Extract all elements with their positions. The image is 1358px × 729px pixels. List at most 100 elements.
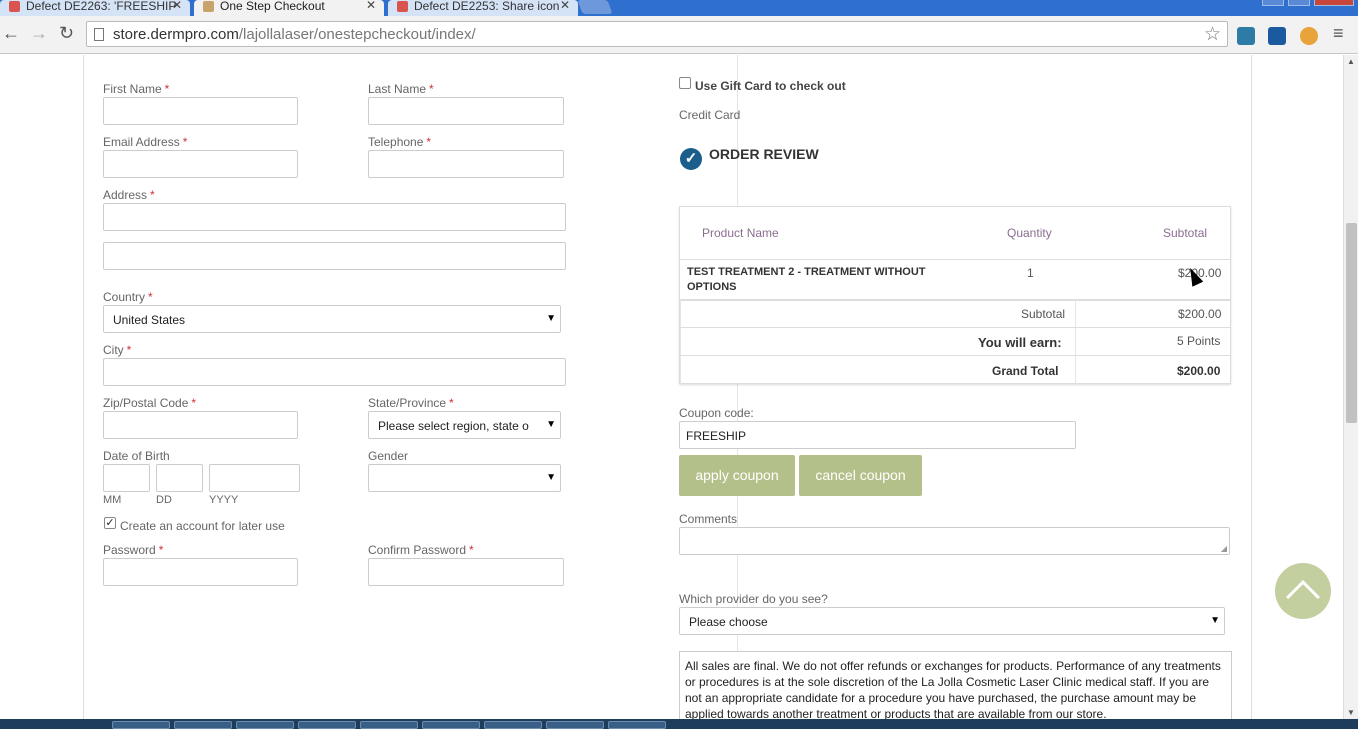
reload-icon[interactable]: ↻	[59, 24, 74, 42]
gender-label: Gender	[368, 449, 409, 463]
tab-one-step-checkout[interactable]: One Step Checkout ✕	[194, 0, 384, 16]
dob-year-field[interactable]	[209, 464, 300, 492]
scroll-down-arrow-icon[interactable]: ▼	[1347, 708, 1355, 717]
window-close-button[interactable]	[1314, 0, 1354, 6]
city-field[interactable]	[103, 358, 566, 386]
extension-icon[interactable]	[1268, 27, 1286, 45]
dob-day-field[interactable]	[156, 464, 203, 492]
page-viewport: First Name * Last Name * Email Address * Te…	[0, 55, 1343, 719]
telephone-field[interactable]	[368, 150, 564, 178]
taskbar-item[interactable]	[112, 721, 170, 729]
last-name-label: Last Name *	[368, 82, 434, 96]
os-taskbar	[0, 719, 1358, 729]
subtotal-value: $200.00	[1178, 307, 1222, 321]
taskbar-item[interactable]	[298, 721, 356, 729]
chrome-extension-icon[interactable]	[1300, 27, 1318, 45]
resize-grip-icon[interactable]: ◢	[1221, 544, 1227, 553]
zip-label: Zip/Postal Code *	[103, 396, 197, 410]
dob-label: Date of Birth	[103, 449, 170, 463]
taskbar-item[interactable]	[174, 721, 232, 729]
col-quantity: Quantity	[1007, 226, 1052, 240]
dob-month-hint: MM	[103, 494, 122, 506]
taskbar-item[interactable]	[608, 721, 666, 729]
create-account-checkbox[interactable]: ✓	[104, 517, 116, 529]
email-field[interactable]	[103, 150, 298, 178]
telephone-label: Telephone *	[368, 135, 432, 149]
password-label: Password *	[103, 543, 164, 557]
state-select[interactable]: Please select region, state o ▼	[368, 411, 561, 439]
tab-defect-de2253[interactable]: Defect DE2253: Share icon ✕	[388, 0, 578, 16]
apply-coupon-button[interactable]: apply coupon	[679, 455, 795, 496]
taskbar-item[interactable]	[484, 721, 542, 729]
dropdown-arrow-icon: ▼	[546, 313, 556, 324]
tab-defect-de2263[interactable]: Defect DE2263: 'FREESHIP ✕	[0, 0, 190, 16]
tab-title: Defect DE2253: Share icon	[414, 0, 560, 13]
earn-points-label: You will earn:	[978, 335, 1062, 350]
menu-icon[interactable]: ≡	[1333, 24, 1344, 42]
dob-year-hint: YYYY	[209, 494, 239, 506]
order-review-table: Product Name Quantity Subtotal TEST TREA…	[679, 206, 1231, 384]
dob-day-hint: DD	[156, 494, 172, 506]
page-scrollbar[interactable]: ▲ ▼	[1343, 55, 1358, 719]
defect-favicon-icon	[9, 1, 20, 12]
forward-arrow-icon[interactable]: →	[30, 24, 48, 42]
email-label: Email Address *	[103, 135, 188, 149]
grand-total-label: Grand Total	[992, 364, 1059, 378]
scroll-to-top-button[interactable]	[1275, 563, 1331, 619]
comments-textarea[interactable]: ◢	[679, 527, 1230, 555]
extension-icon[interactable]	[1237, 27, 1255, 45]
maximize-button[interactable]	[1288, 0, 1310, 6]
back-arrow-icon[interactable]: ←	[2, 24, 20, 42]
country-label: Country *	[103, 290, 153, 304]
gender-select[interactable]: ▼	[368, 464, 561, 492]
password-field[interactable]	[103, 558, 298, 586]
address-line2-field[interactable]	[103, 242, 566, 270]
table-row	[680, 327, 1230, 328]
item-name-line1: TEST TREATMENT 2 - TREATMENT WITHOUT	[687, 266, 926, 278]
country-select[interactable]: United States ▼	[103, 305, 561, 333]
comments-label: Comments	[679, 512, 738, 526]
minimize-button[interactable]	[1262, 0, 1284, 6]
gift-card-checkbox[interactable]	[679, 77, 691, 89]
earn-points-value: 5 Points	[1177, 334, 1221, 348]
address-bar[interactable]: store.dermpro.com/lajollalaser/onestepch…	[86, 21, 1228, 47]
grand-total-value: $200.00	[1177, 364, 1221, 378]
page-icon	[94, 28, 104, 41]
bookmark-star-icon[interactable]: ☆	[1204, 23, 1221, 46]
coupon-label: Coupon code:	[679, 406, 754, 420]
first-name-field[interactable]	[103, 97, 298, 125]
tab-title: Defect DE2263: 'FREESHIP	[26, 0, 177, 13]
close-icon[interactable]: ✕	[172, 0, 182, 11]
city-label: City *	[103, 343, 132, 357]
scroll-up-arrow-icon[interactable]: ▲	[1347, 57, 1355, 66]
taskbar-item[interactable]	[546, 721, 604, 729]
close-icon[interactable]: ✕	[366, 0, 376, 11]
dropdown-arrow-icon: ▼	[543, 419, 556, 430]
provider-select[interactable]: Please choose ▼	[679, 607, 1225, 635]
terms-text: All sales are final. We do not offer ref…	[679, 651, 1232, 719]
last-name-field[interactable]	[368, 97, 564, 125]
address-line1-field[interactable]	[103, 203, 566, 231]
payment-method-label: Credit Card	[679, 108, 741, 122]
cancel-coupon-button[interactable]: cancel coupon	[799, 455, 922, 496]
scrollbar-thumb[interactable]	[1346, 223, 1357, 423]
table-row	[680, 259, 1230, 260]
browser-toolbar: ← → ↻ store.dermpro.com/lajollalaser/one…	[0, 16, 1358, 54]
coupon-code-input[interactable]: FREESHIP	[679, 421, 1076, 449]
new-tab-button[interactable]	[577, 0, 613, 14]
zip-field[interactable]	[103, 411, 298, 439]
defect-favicon-icon	[397, 1, 408, 12]
address-label: Address *	[103, 188, 155, 202]
tab-bar: Defect DE2263: 'FREESHIP ✕ One Step Chec…	[0, 0, 1358, 16]
confirm-password-label: Confirm Password *	[368, 543, 474, 557]
taskbar-item[interactable]	[422, 721, 480, 729]
subtotal-label: Subtotal	[1021, 307, 1066, 321]
dob-month-field[interactable]	[103, 464, 150, 492]
confirm-password-field[interactable]	[368, 558, 564, 586]
taskbar-item[interactable]	[360, 721, 418, 729]
close-icon[interactable]: ✕	[560, 0, 570, 11]
item-quantity: 1	[1027, 266, 1034, 280]
tab-title: One Step Checkout	[220, 0, 325, 13]
taskbar-item[interactable]	[236, 721, 294, 729]
gift-card-label: Use Gift Card to check out	[695, 79, 846, 93]
